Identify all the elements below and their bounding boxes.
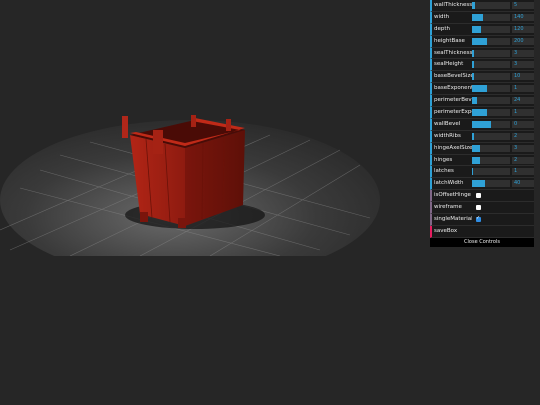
control-label: baseExponent (434, 85, 472, 92)
control-row-16: isOffsetHinge (430, 190, 534, 203)
control-label: isOffsetHinge (434, 192, 471, 199)
control-row-10: wallBevel 0 (430, 118, 534, 131)
control-value-input[interactable]: 200 (512, 37, 534, 45)
controls-panel: wallThickness 5 width 140 depth 120 heightBase… (430, 0, 534, 247)
slider-fill (472, 61, 474, 69)
control-value-input[interactable]: 3 (512, 49, 534, 57)
control-slider[interactable] (472, 144, 510, 152)
3d-scene[interactable] (0, 0, 430, 280)
slider-fill (472, 132, 474, 140)
control-value-input[interactable]: 40 (512, 180, 534, 188)
control-row-12: hingeAxelSize 3 (430, 142, 534, 155)
control-row-1: width 140 (430, 11, 534, 24)
slider-fill (472, 168, 473, 176)
control-slider[interactable] (472, 13, 510, 21)
control-value-input[interactable]: 24 (512, 97, 534, 105)
slider-fill (472, 85, 488, 93)
control-label: wireframe (434, 204, 462, 211)
control-slider[interactable] (472, 49, 510, 57)
control-value-input[interactable]: 140 (512, 13, 534, 21)
control-label: depth (434, 25, 451, 32)
control-row-19[interactable]: saveBox (430, 225, 534, 238)
slider-fill (472, 109, 488, 117)
control-row-17: wireframe (430, 202, 534, 215)
control-value-input[interactable]: 120 (512, 25, 534, 33)
control-label: sealHeight (434, 61, 464, 68)
control-label: heightBase (434, 37, 465, 44)
control-value-input[interactable]: 2 (512, 132, 534, 140)
control-value-input[interactable]: 10 (512, 73, 534, 81)
slider-fill (472, 25, 482, 33)
control-label: wallThickness (434, 2, 472, 8)
control-slider[interactable] (472, 168, 510, 176)
control-value-input[interactable]: 1 (512, 168, 534, 176)
control-label: saveBox (434, 227, 458, 234)
control-slider[interactable] (472, 25, 510, 33)
control-label: perimeterExpone (434, 109, 472, 116)
control-value-input[interactable]: 1 (512, 85, 534, 93)
control-checkbox[interactable] (476, 205, 481, 211)
control-label: baseBevelSize (434, 73, 472, 80)
control-row-9: perimeterExpone 1 (430, 107, 534, 119)
control-label: wallBevel (434, 120, 461, 127)
slider-fill (472, 180, 485, 188)
control-label: hinges (434, 156, 453, 163)
control-slider[interactable] (472, 85, 510, 93)
slider-fill (472, 156, 480, 164)
control-row-11: widthRibs 2 (430, 130, 534, 143)
control-slider[interactable] (472, 156, 510, 164)
control-slider[interactable] (472, 132, 510, 140)
control-slider[interactable] (472, 37, 510, 45)
control-row-6: baseBevelSize 10 (430, 71, 534, 84)
control-row-14: latches 1 (430, 166, 534, 179)
control-value-input[interactable]: 5 (512, 2, 534, 9)
control-row-18: singleMaterial (430, 214, 534, 226)
slider-fill (472, 37, 488, 45)
control-row-4: sealThickness 3 (430, 47, 534, 60)
control-slider[interactable] (472, 180, 510, 188)
control-slider[interactable] (472, 2, 510, 9)
3d-viewport[interactable] (0, 0, 430, 280)
control-label: singleMaterial (434, 216, 472, 223)
slider-fill (472, 13, 483, 21)
control-row-8: perimeterBevelS… 24 (430, 95, 534, 108)
control-checkbox[interactable] (476, 193, 481, 199)
control-row-2: depth 120 (430, 23, 534, 36)
close-controls-button[interactable]: Close Controls (430, 237, 534, 247)
control-row-13: hinges 2 (430, 154, 534, 167)
control-row-15: latchWidth 40 (430, 178, 534, 191)
slider-fill (472, 73, 475, 81)
control-label: perimeterBevelS… (434, 97, 472, 104)
control-row-3: heightBase 200 (430, 35, 534, 48)
slider-fill (472, 97, 477, 105)
control-label: width (434, 13, 450, 20)
slider-fill (472, 120, 491, 128)
control-label: latchWidth (434, 180, 464, 187)
control-slider[interactable] (472, 97, 510, 105)
control-label: sealThickness (434, 49, 472, 56)
control-label: latches (434, 168, 454, 175)
control-value-input[interactable]: 3 (512, 144, 534, 152)
control-row-5: sealHeight 3 (430, 59, 534, 72)
control-slider[interactable] (472, 61, 510, 69)
control-row-7: baseExponent 1 (430, 83, 534, 96)
control-value-input[interactable]: 3 (512, 61, 534, 69)
control-value-input[interactable]: 0 (512, 120, 534, 128)
control-slider[interactable] (472, 109, 510, 117)
control-label: widthRibs (434, 132, 461, 139)
control-value-input[interactable]: 1 (512, 109, 534, 117)
control-slider[interactable] (472, 120, 510, 128)
slider-fill (472, 2, 476, 9)
control-checkbox[interactable] (476, 215, 481, 223)
control-label: hingeAxelSize (434, 144, 472, 151)
slider-fill (472, 144, 481, 152)
slider-fill (472, 49, 474, 57)
control-slider[interactable] (472, 73, 510, 81)
control-value-input[interactable]: 2 (512, 156, 534, 164)
control-row-0: wallThickness 5 (430, 0, 534, 12)
